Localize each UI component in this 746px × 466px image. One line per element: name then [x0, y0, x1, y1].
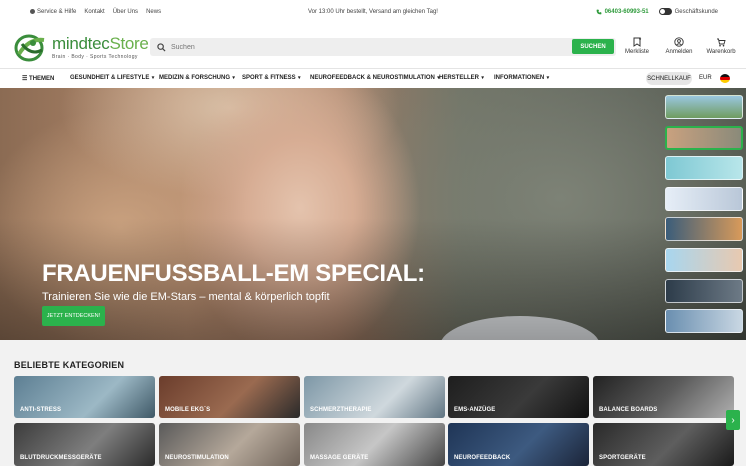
about-link[interactable]: Über Uns: [113, 9, 138, 15]
store-logo[interactable]: mindtecStore Brain · Body · Sports Techn…: [14, 32, 149, 62]
hero-banner: FRAUENFUSSBALL-EM SPECIAL: Trainieren Si…: [0, 88, 746, 340]
categories-title: BELIEBTE KATEGORIEN: [14, 360, 125, 370]
category-label: BLUTDRUCKMESSGERÄTE: [20, 455, 102, 461]
category-label: NEUROSTIMULATION: [165, 455, 229, 461]
phone-icon: [596, 9, 601, 15]
nav-item-informationen[interactable]: INFORMATIONEN ▾: [494, 75, 549, 81]
chevron-down-icon: ▾: [296, 75, 301, 81]
category-label: EMS-ANZÜGE: [454, 407, 496, 413]
slider-thumb-5[interactable]: [665, 217, 743, 242]
help-icon: [30, 8, 35, 14]
category-label: NEUROFEEDBACK: [454, 455, 511, 461]
category-tile-balance-boards[interactable]: BALANCE BOARDS: [593, 376, 734, 418]
search-bar: SUCHEN: [150, 38, 616, 56]
chevron-down-icon: ▾: [150, 75, 155, 81]
slider-thumb-4[interactable]: [665, 186, 743, 211]
news-link[interactable]: News: [146, 9, 161, 15]
service-links: Service & Hilfe Kontakt Über Uns News: [30, 8, 161, 15]
search-icon: [157, 42, 166, 52]
cart-button[interactable]: Warenkorb: [706, 37, 736, 55]
login-button[interactable]: Anmelden: [664, 37, 694, 55]
nav-item-neurofeedback[interactable]: NEUROFEEDBACK & NEUROSTIMULATION ▾: [310, 75, 440, 81]
nav-item-sport[interactable]: SPORT & FITNESS ▾: [242, 75, 301, 81]
chevron-right-icon[interactable]: ›: [726, 410, 740, 430]
login-label: Anmelden: [665, 49, 693, 55]
nav-item-hersteller[interactable]: HERSTELLER ▾: [439, 75, 484, 81]
chevron-down-icon: ▾: [480, 75, 484, 81]
slider-thumbnails: [665, 95, 743, 340]
chevron-down-icon: ▾: [545, 75, 550, 81]
search-input[interactable]: [171, 43, 551, 51]
nav-item-gesundheit[interactable]: GESUNDHEIT & LIFESTYLE ▾: [70, 75, 154, 81]
category-tile-ems-anzuege[interactable]: EMS-ANZÜGE: [448, 376, 589, 418]
contact-link[interactable]: Kontakt: [84, 9, 104, 15]
hero-subtitle: Trainieren Sie wie die EM-Stars – mental…: [42, 291, 330, 303]
business-label: Geschäftskunde: [674, 9, 718, 16]
category-tile-blutdruck[interactable]: BLUTDRUCKMESSGERÄTE: [14, 423, 155, 466]
phone-number: 06403-60993-51: [604, 8, 649, 15]
logo-text: mindtecStore: [52, 33, 149, 53]
service-link[interactable]: Service & Hilfe: [30, 8, 76, 15]
currency-selector[interactable]: EUR: [699, 75, 712, 81]
wishlist-count: 0: [639, 37, 642, 41]
quick-buy-button[interactable]: SCHNELLKAUF: [646, 72, 692, 85]
logo-mark-icon: [14, 34, 45, 62]
category-tile-neurofeedback[interactable]: NEUROFEEDBACK: [448, 423, 589, 466]
slider-thumb-3[interactable]: [665, 156, 743, 181]
slider-thumb-2[interactable]: [665, 125, 743, 150]
wishlist-label: Merkliste: [624, 49, 649, 55]
nav-item-themen[interactable]: ☰ THEMEN: [22, 75, 54, 82]
logo-tagline: Brain · Body · Sports Technology: [52, 53, 138, 60]
category-label: MASSAGE GERÄTE: [310, 455, 369, 461]
category-tile-sportgeraete[interactable]: SPORTGERÄTE: [593, 423, 734, 466]
german-flag-icon[interactable]: [720, 74, 730, 83]
header: mindtecStore Brain · Body · Sports Techn…: [0, 24, 746, 68]
hero-title: FRAUENFUSSBALL-EM SPECIAL:: [42, 260, 425, 287]
wishlist-button[interactable]: 0 Merkliste: [622, 37, 652, 55]
top-bar: Service & Hilfe Kontakt Über Uns News Vo…: [0, 0, 746, 24]
cart-label: Warenkorb: [706, 49, 736, 55]
hero-cta-button[interactable]: JETZT ENTDECKEN!: [42, 306, 105, 326]
nav-item-medizin[interactable]: MEDIZIN & FORSCHUNG ▾: [159, 75, 235, 81]
category-tile-anti-stress[interactable]: ANTI-STRESS: [14, 376, 155, 418]
slider-thumb-7[interactable]: [665, 278, 743, 303]
cart-icon: [717, 38, 726, 47]
category-tile-massage[interactable]: MASSAGE GERÄTE: [304, 423, 445, 466]
main-nav: ☰ THEMEN GESUNDHEIT & LIFESTYLE ▾ MEDIZI…: [0, 68, 746, 88]
user-icon: [674, 37, 684, 47]
chevron-down-icon: ▾: [231, 75, 235, 81]
slider-thumb-1[interactable]: [665, 95, 743, 119]
category-label: BALANCE BOARDS: [599, 407, 658, 413]
category-label: SPORTGERÄTE: [599, 455, 646, 461]
menu-icon: ☰: [22, 76, 30, 82]
slider-thumb-6[interactable]: [665, 247, 743, 272]
category-tile-neurostimulation[interactable]: NEUROSTIMULATION: [159, 423, 300, 466]
business-customer-toggle[interactable]: Geschäftskunde: [658, 8, 718, 16]
category-tile-schmerztherapie[interactable]: SCHMERZTHERAPIE: [304, 376, 445, 418]
category-tile-mobile-ekg[interactable]: MOBILE EKG´S: [159, 376, 300, 418]
wishlist-icon: 0: [633, 37, 642, 47]
phone-link[interactable]: 06403-60993-51: [596, 9, 649, 15]
category-label: ANTI-STRESS: [20, 407, 62, 413]
category-label: SCHMERZTHERAPIE: [310, 407, 372, 413]
category-label: MOBILE EKG´S: [165, 407, 211, 413]
toggle-switch[interactable]: [658, 8, 672, 16]
search-button[interactable]: SUCHEN: [572, 39, 614, 54]
slider-thumb-8[interactable]: [665, 309, 743, 334]
